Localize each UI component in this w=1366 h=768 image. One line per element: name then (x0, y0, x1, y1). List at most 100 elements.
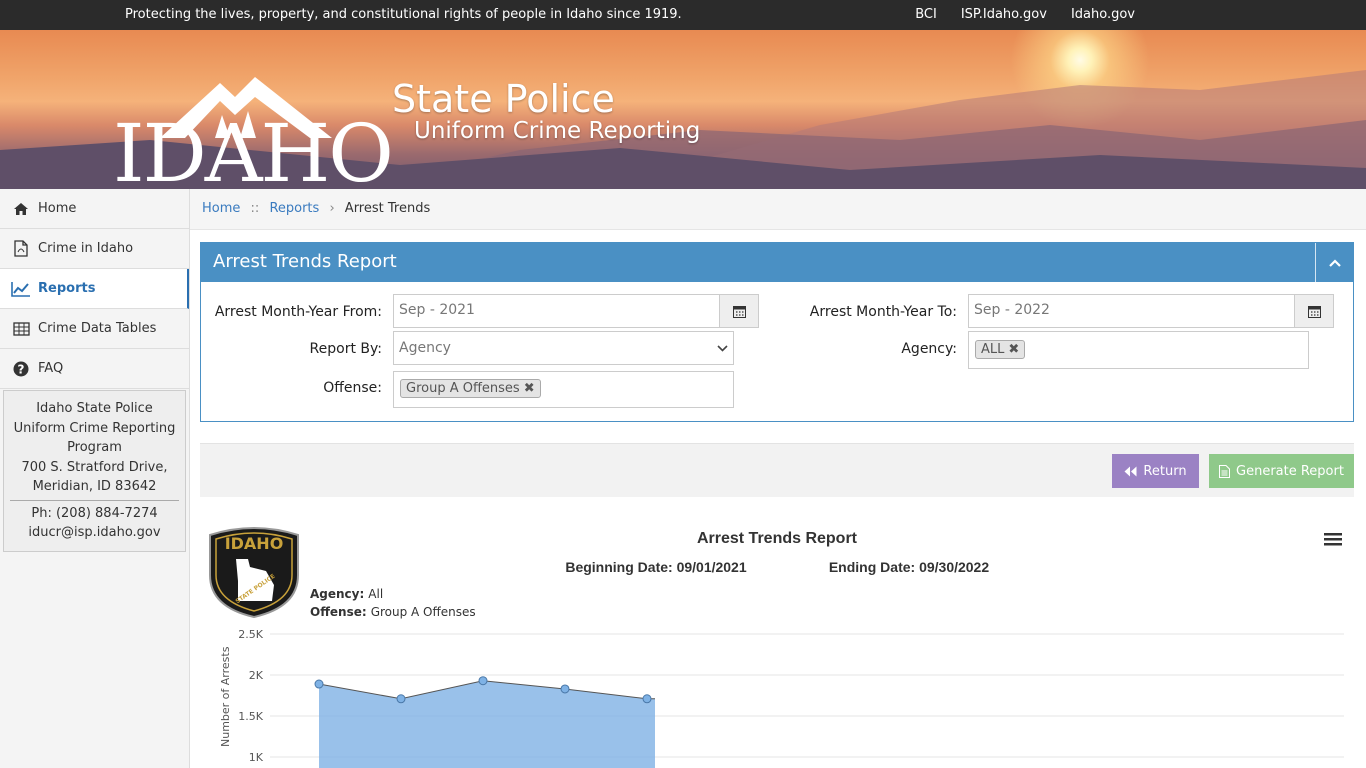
question-circle-icon: ? (11, 359, 31, 379)
sidebar-item-label: Reports (38, 281, 96, 296)
data-point[interactable] (642, 694, 652, 704)
area-series (318, 680, 655, 768)
offense-caption: Offense: Group A Offenses (310, 605, 476, 619)
y-tick-label: 1.5K (238, 710, 263, 723)
breadcrumb-separator: :: (250, 201, 260, 216)
line-chart-icon (11, 279, 31, 299)
top-bar: Protecting the lives, property, and cons… (0, 0, 1366, 30)
sidebar-item-home[interactable]: Home (0, 189, 189, 229)
badge-text: IDAHO (225, 534, 284, 553)
data-point[interactable] (314, 679, 324, 689)
y-tick-label: 2.5K (238, 628, 263, 641)
file-text-icon (1219, 464, 1231, 478)
remove-tag-icon[interactable]: ✖ (524, 381, 535, 396)
offense-caption-value: Group A Offenses (371, 605, 476, 619)
link-isp[interactable]: ISP.Idaho.gov (961, 7, 1047, 22)
home-icon (11, 199, 31, 219)
sidebar-item-label: Crime in Idaho (38, 241, 134, 256)
to-date-input[interactable]: Sep - 2022 (968, 294, 1295, 328)
breadcrumb-reports[interactable]: Reports (269, 201, 319, 216)
calendar-icon (732, 305, 746, 318)
beginning-date: Beginning Date: 09/01/2021 (565, 559, 747, 575)
y-tick-label: 2K (249, 669, 264, 682)
chevron-up-icon (1328, 258, 1341, 267)
divider (10, 499, 179, 501)
agency-multiselect[interactable]: ALL ✖ (968, 331, 1309, 369)
breadcrumb-current: Arrest Trends (344, 201, 431, 216)
agency-tag-label: ALL (981, 342, 1005, 357)
sidebar-item-crime-data-tables[interactable]: Crime Data Tables (0, 309, 189, 349)
y-tick-label: 1K (249, 751, 264, 764)
header-banner: IDAHO State Police Uniform Crime Reporti… (0, 30, 1366, 189)
report-by-label: Report By: (309, 341, 382, 357)
remove-tag-icon[interactable]: ✖ (1008, 342, 1019, 357)
state-police-badge: IDAHO STATE POLICE (209, 527, 299, 619)
panel-header: Arrest Trends Report (201, 243, 1353, 282)
data-point[interactable] (478, 676, 488, 686)
top-links: BCI ISP.Idaho.gov Idaho.gov (915, 7, 1135, 22)
report-filter-panel: Arrest Trends Report Arrest Month-Year F… (200, 242, 1354, 422)
org-name: Idaho State Police Uniform Crime Reporti… (13, 401, 176, 455)
breadcrumb: Home :: Reports › Arrest Trends (190, 189, 1366, 230)
agency-tag: ALL ✖ (975, 340, 1026, 359)
offense-caption-label: Offense: (310, 605, 367, 619)
breadcrumb-home[interactable]: Home (202, 201, 240, 216)
agency-caption-value: All (368, 587, 383, 601)
contact-info-box: Idaho State Police Uniform Crime Reporti… (3, 390, 186, 552)
offense-tag: Group A Offenses ✖ (400, 379, 541, 398)
return-label: Return (1143, 463, 1187, 479)
link-bci[interactable]: BCI (915, 7, 937, 22)
action-bar: Return Generate Report (200, 443, 1354, 497)
offense-tag-label: Group A Offenses (406, 381, 520, 396)
address-line-2: Meridian, ID 83642 (32, 479, 157, 494)
chevron-down-icon (717, 344, 728, 352)
pdf-file-icon (11, 239, 31, 259)
phone-number: Ph: (208) 884-7274 (31, 505, 158, 521)
site-subtitle: Uniform Crime Reporting (414, 118, 701, 144)
return-button[interactable]: Return (1112, 454, 1199, 488)
site-title: State Police (392, 77, 615, 121)
sidebar-item-label: Home (38, 201, 77, 216)
report-by-value: Agency (399, 340, 451, 356)
from-date-input[interactable]: Sep - 2021 (393, 294, 720, 328)
breadcrumb-separator: › (329, 201, 335, 216)
ending-date: Ending Date: 09/30/2022 (829, 559, 990, 575)
arrest-trends-chart: IDAHO STATE POLICE Arrest Trends Report … (200, 515, 1354, 768)
sidebar-item-label: Crime Data Tables (38, 321, 157, 336)
address-line-1: 700 S. Stratford Drive, (21, 459, 168, 475)
data-point[interactable] (560, 684, 570, 694)
sidebar: Home Crime in Idaho Reports Crime Data T… (0, 189, 190, 768)
to-calendar-button[interactable] (1294, 294, 1334, 328)
agency-label: Agency: (901, 341, 957, 357)
generate-report-button[interactable]: Generate Report (1209, 454, 1354, 488)
generate-label: Generate Report (1236, 463, 1344, 479)
sidebar-item-reports[interactable]: Reports (0, 269, 189, 309)
sidebar-item-label: FAQ (38, 361, 64, 376)
calendar-icon (1307, 305, 1321, 318)
data-point[interactable] (396, 694, 406, 704)
y-axis-label: Number of Arrests (219, 646, 232, 747)
chart-canvas: IDAHO STATE POLICE Arrest Trends Report … (209, 527, 1344, 768)
collapse-button[interactable] (1315, 243, 1353, 282)
panel-title: Arrest Trends Report (213, 251, 397, 272)
sidebar-item-faq[interactable]: ? FAQ (0, 349, 189, 389)
chart-menu-icon[interactable] (1324, 533, 1342, 546)
svg-text:?: ? (18, 362, 25, 376)
offense-label: Offense: (323, 380, 382, 396)
sidebar-item-crime-in-idaho[interactable]: Crime in Idaho (0, 229, 189, 269)
to-label: Arrest Month-Year To: (809, 304, 957, 320)
idaho-logo-text: IDAHO (113, 107, 394, 190)
y-tick-labels: 2.5K 2K 1.5K 1K (238, 628, 263, 764)
report-by-select[interactable]: Agency (393, 331, 734, 365)
table-icon (11, 319, 31, 339)
backward-icon (1124, 466, 1137, 476)
email-address[interactable]: iducr@isp.idaho.gov (10, 523, 179, 543)
offense-multiselect[interactable]: Group A Offenses ✖ (393, 371, 734, 408)
agency-caption: Agency: All (310, 587, 383, 601)
chart-title: Arrest Trends Report (697, 530, 858, 547)
agency-caption-label: Agency: (310, 587, 364, 601)
link-idaho-gov[interactable]: Idaho.gov (1071, 7, 1135, 22)
from-label: Arrest Month-Year From: (214, 304, 382, 320)
motto-text: Protecting the lives, property, and cons… (125, 7, 682, 22)
from-calendar-button[interactable] (719, 294, 759, 328)
